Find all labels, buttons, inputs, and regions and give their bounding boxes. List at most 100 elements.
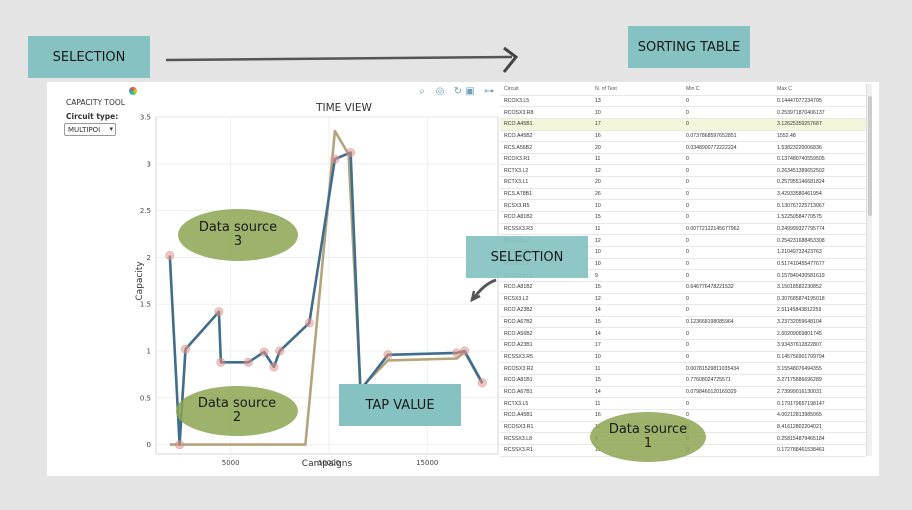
- table-row[interactable]: RCO.A23B2 14 0 2.51145843812259: [500, 305, 866, 317]
- table-cell: 12: [595, 295, 601, 302]
- table-cell: RCTX3.L2: [504, 167, 529, 174]
- table-cell: 10: [595, 354, 601, 361]
- table-cell: 0: [686, 400, 689, 407]
- table-row[interactable]: RCTX3.L2 12 0 0.263451389652502: [500, 165, 866, 178]
- table-cell: 0: [686, 412, 689, 419]
- table-row[interactable]: RCSX3.R5 10 0 0.130767225713067: [500, 200, 866, 213]
- table-cell: 0.179179657198147: [777, 400, 825, 407]
- table-row[interactable]: RCO.A56B2 14 0 2.60209069801745: [500, 328, 866, 341]
- sorting-table-callout: SORTING TABLE: [628, 26, 750, 68]
- table-cell: 9: [595, 272, 598, 279]
- data-point: [275, 346, 285, 356]
- data-source-3: Data source 3: [178, 209, 298, 261]
- table-header[interactable]: Circuit N. of Test Min C Max C: [500, 84, 866, 96]
- table-cell: 3.15018582230852: [777, 284, 822, 291]
- table-row[interactable]: RCSX3.L2 12 0 0.307685874195018: [500, 294, 866, 306]
- table-cell: 0: [686, 121, 689, 128]
- table-row[interactable]: RCSSX3.R3 11 0.00772122145677962 0.24999932…: [500, 224, 866, 236]
- table-row[interactable]: RCO.A45B1 17 0 3.12625359257687: [500, 118, 866, 131]
- table-cell: 0: [686, 109, 689, 116]
- data-source-2: Data source 2: [176, 386, 298, 436]
- table-row[interactable]: RCO.A81B2 15 0 1.52250584770575: [500, 212, 866, 224]
- table-row[interactable]: RCTX3.L5 11 0 0.179179657198147: [500, 398, 866, 410]
- table-row[interactable]: RCTX3.L1 20 0 0.257955146681824: [500, 177, 866, 189]
- data-point: [452, 348, 462, 358]
- table-cell: RCSSX3.L8: [504, 435, 532, 442]
- data-source-1: Data source 1: [590, 412, 706, 462]
- table-row[interactable]: RCOSX3.R2 11 0.00781529811035434 3.15548076…: [500, 363, 866, 376]
- table-cell: 13: [595, 97, 601, 104]
- callout-label: SELECTION: [52, 49, 126, 65]
- table-row[interactable]: RCSSX3.R5 10 0 0.145756901709794: [500, 352, 866, 364]
- data-point: [180, 344, 190, 354]
- x-tick-label: 5000: [222, 459, 240, 467]
- chart-title: TIME VIEW: [315, 102, 372, 114]
- table-cell: 0.172788461538461: [777, 447, 825, 454]
- table-cell: 0.137480740559505: [777, 156, 825, 163]
- table-cell: 0: [686, 179, 689, 186]
- table-cell: 0.258154879465184: [777, 435, 825, 442]
- table-row[interactable]: RCOX3.L5 13 0 0.14447077234705: [500, 96, 866, 108]
- table-row[interactable]: RCOSX3.R8 10 0 0.253971870406137: [500, 107, 866, 119]
- table-cell: Circuit: [504, 86, 519, 93]
- table-cell: Min C: [686, 86, 700, 93]
- table-row[interactable]: RCO.A45B2 16 0.0737868597652851 1552.48: [500, 131, 866, 143]
- table-cell: 0: [686, 272, 689, 279]
- table-row[interactable]: RCS.A78B1 26 0 3.42933580461954: [500, 189, 866, 201]
- table-row[interactable]: RCO.A67B1 14 0.0798460120169329 2.739990161…: [500, 387, 866, 399]
- y-tick-label: 2.5: [140, 207, 151, 215]
- table-cell: 11: [595, 365, 601, 372]
- table-cell: 10: [595, 260, 601, 267]
- table-row[interactable]: RCO.A81B2 15 0.646776478221532 3.1501858223…: [500, 282, 866, 294]
- table-cell: RCO.A45B1: [504, 412, 533, 419]
- table-cell: RCO.A56B2: [504, 330, 533, 337]
- circuit-type-select[interactable]: MULTIPOI: [64, 123, 116, 136]
- wheel-zoom-icon[interactable]: ◎: [433, 86, 447, 98]
- table-cell: 3.15548076494355: [777, 365, 822, 372]
- table-cell: 0.130767225713067: [777, 202, 825, 209]
- table-row[interactable]: RCO.A67B2 15 0.123668198085964 3.2373205964…: [500, 317, 866, 329]
- scrollbar-thumb[interactable]: [868, 96, 872, 216]
- table-cell: 0: [686, 342, 689, 349]
- x-tick-label: 15000: [416, 459, 438, 467]
- table-row[interactable]: RCS.A56B2 20 0.0348900772222224 1.538232200…: [500, 142, 866, 154]
- table-cell: 0.0798460120169329: [686, 388, 737, 395]
- data-point: [165, 251, 175, 261]
- callout-label: SORTING TABLE: [637, 39, 741, 55]
- table-cell: 0: [686, 97, 689, 104]
- hover-icon[interactable]: ⊶: [482, 86, 496, 98]
- data-point: [259, 347, 269, 357]
- table-cell: 1.52250584770575: [777, 214, 822, 221]
- table-cell: 12: [595, 167, 601, 174]
- table-cell: RCS.A56B2: [504, 144, 532, 151]
- tap-value-callout: TAP VALUE: [339, 384, 461, 426]
- table-cell: 3.23732059648104: [777, 319, 822, 326]
- table-cell: N. of Test: [595, 86, 617, 93]
- table-cell: 0.0737868597652851: [686, 132, 737, 139]
- zoom-icon[interactable]: ⌕: [415, 86, 429, 98]
- table-cell: 3.93437612822807: [777, 342, 822, 349]
- table-row[interactable]: RCOX3.R1 11 0 0.137480740559505: [500, 154, 866, 166]
- circuit-type-value: MULTIPOI: [68, 126, 101, 134]
- y-tick-label: 2: [147, 254, 151, 262]
- table-cell: 0: [686, 260, 689, 267]
- y-tick-label: 3.5: [140, 114, 151, 122]
- table-row[interactable]: RCO.A23B1 17 0 3.93437612822807: [500, 340, 866, 352]
- table-cell: 14: [595, 307, 601, 314]
- table-cell: 0.145756901709794: [777, 354, 825, 361]
- table-cell: 0.254231688453308: [777, 237, 825, 244]
- table-cell: 11: [595, 226, 601, 232]
- table-row[interactable]: RCO.A81B1 15 0.77608024725571 3.27175886696…: [500, 375, 866, 387]
- save-icon[interactable]: ▣: [463, 86, 477, 98]
- table-cell: RCO.A23B2: [504, 307, 533, 314]
- table-cell: RCO.A45B2: [504, 132, 533, 139]
- table-scrollbar[interactable]: [866, 84, 872, 456]
- table-cell: 0.123668198085964: [686, 319, 734, 326]
- table-cell: RCO.A67B2: [504, 319, 533, 326]
- table-cell: RCO.A81B2: [504, 214, 533, 221]
- table-cell: 3.42933580461954: [777, 191, 822, 198]
- data-point: [175, 440, 185, 450]
- table-cell: 0.257955146681824: [777, 179, 825, 186]
- table-cell: 0: [686, 191, 689, 198]
- table-cell: 1.53823220006836: [777, 144, 822, 151]
